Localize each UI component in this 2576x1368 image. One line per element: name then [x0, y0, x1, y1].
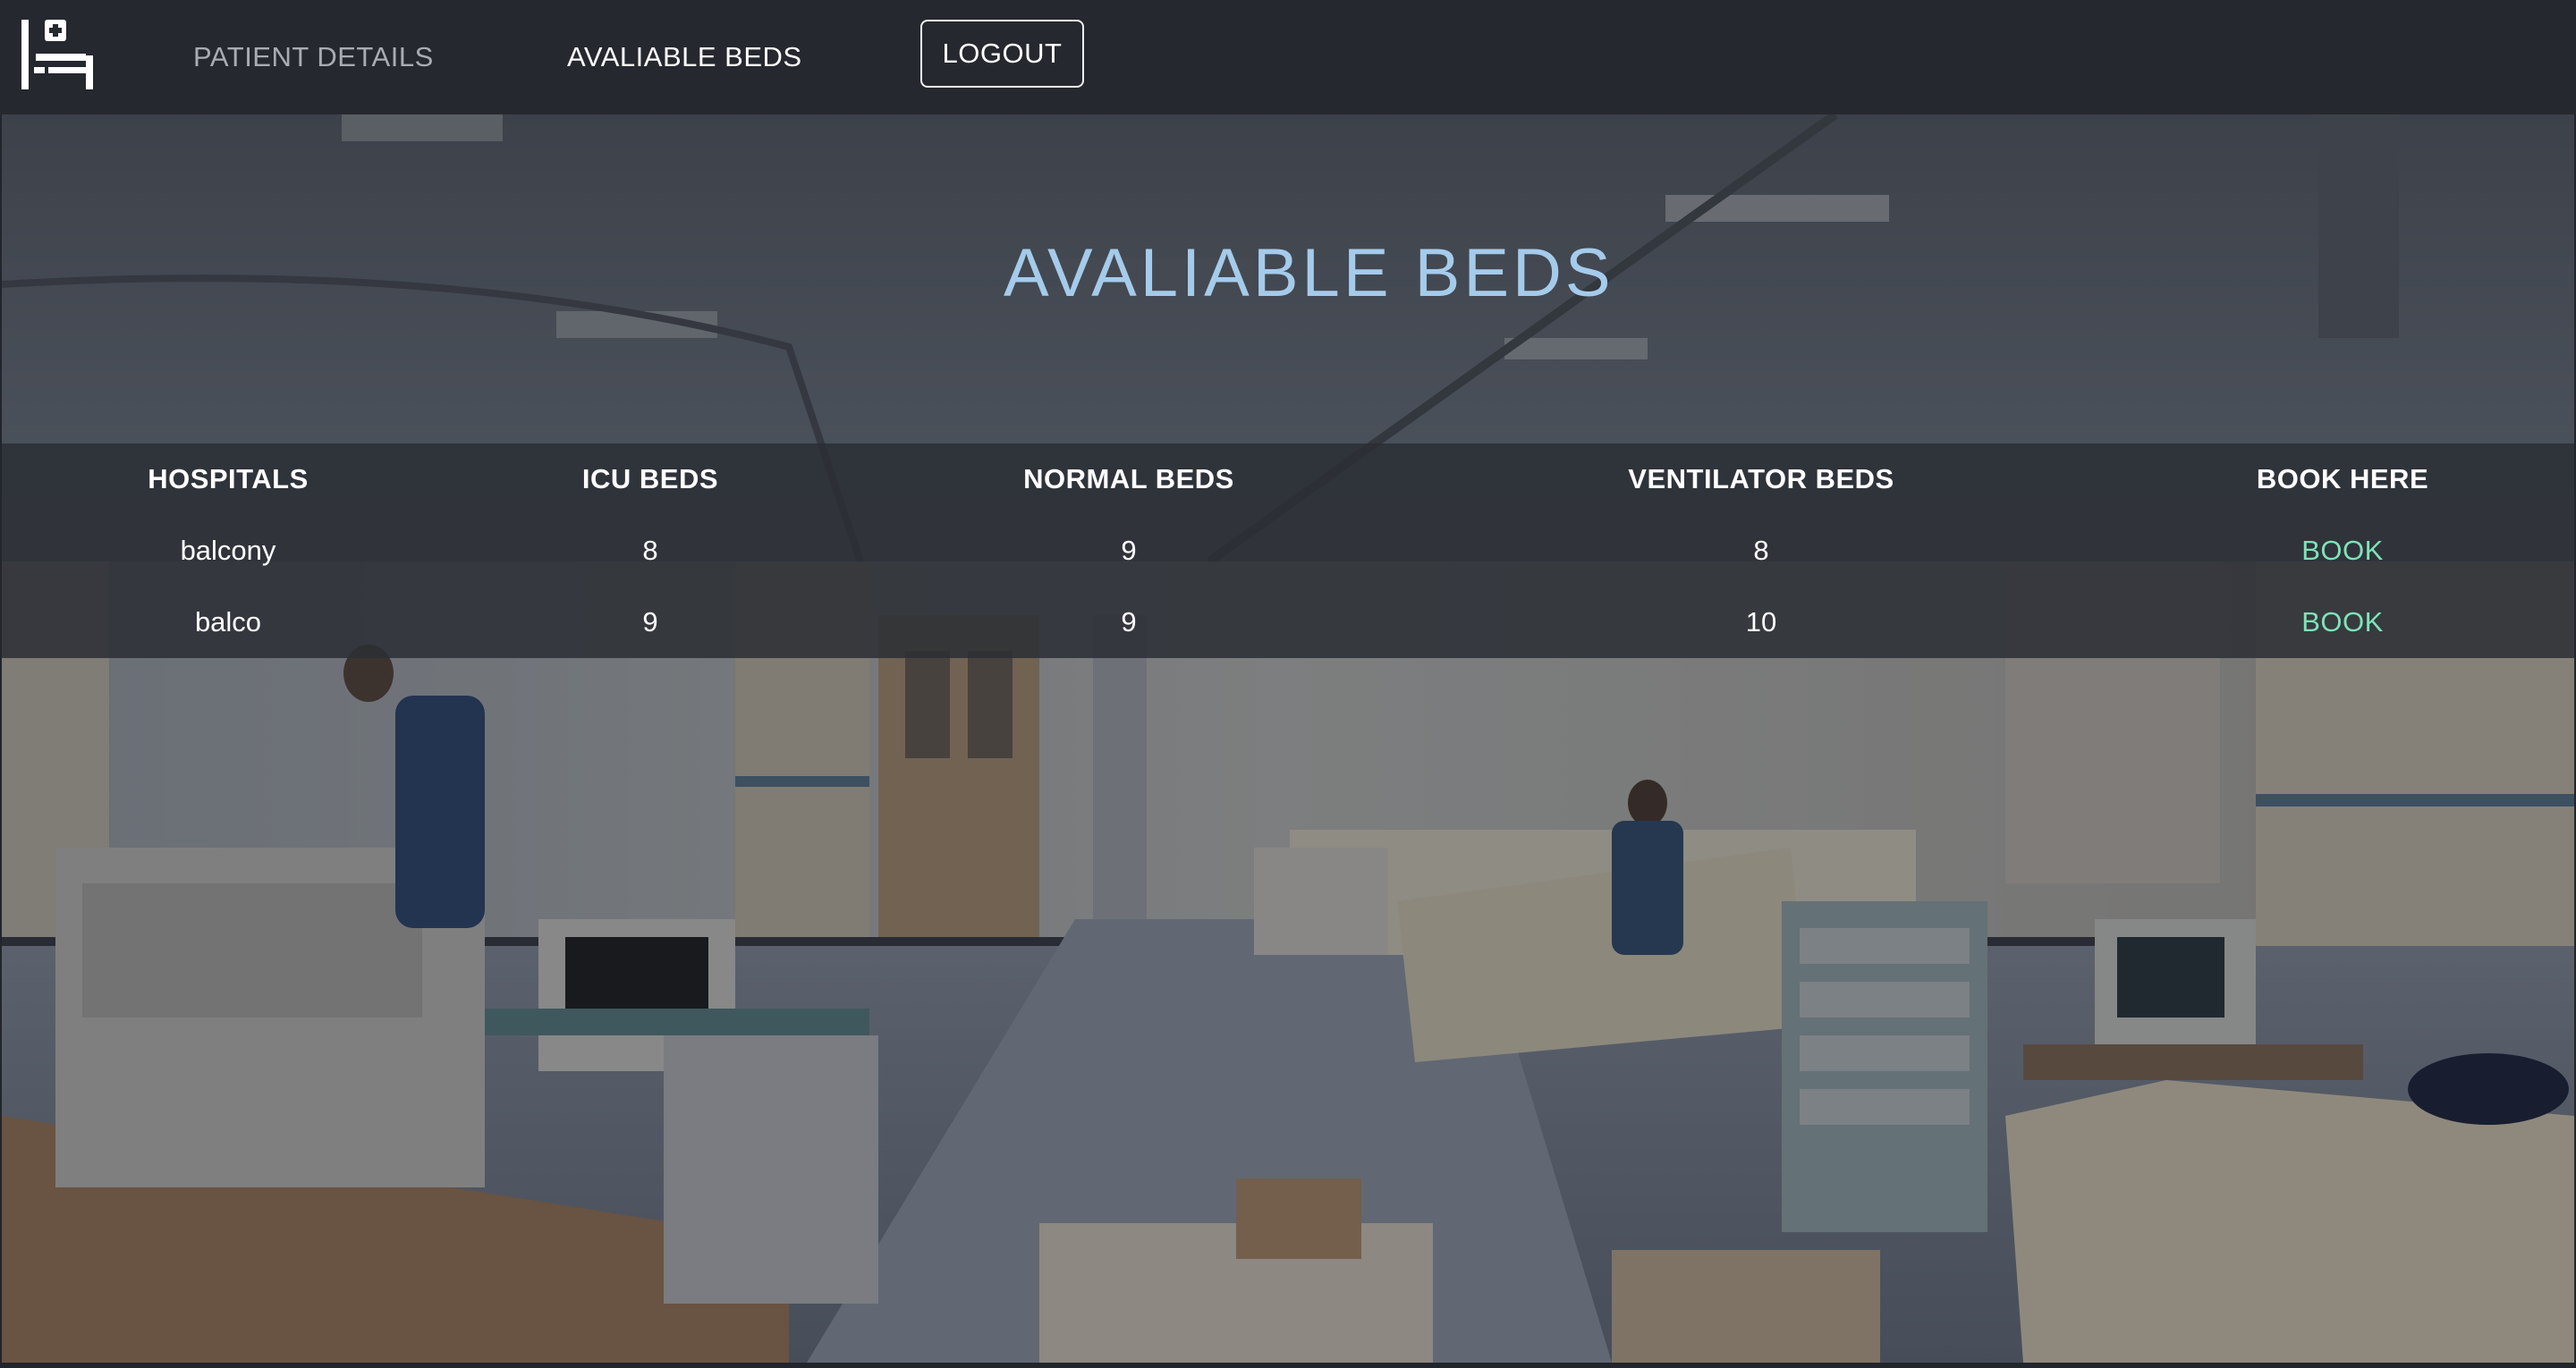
cell-book: BOOK [2111, 515, 2574, 587]
cell-hospital-name: balcony [180, 535, 276, 566]
cell-hospital-name: balco [194, 606, 262, 638]
logout-button[interactable]: LOGOUT [920, 20, 1084, 88]
cell-icu-beds: 9 [642, 606, 658, 638]
nav-patient-details[interactable]: PATIENT DETAILS [193, 39, 434, 75]
table-row: balcony 8 9 8 BOOK [2, 515, 2574, 587]
table-header-row: HOSPITALS ICU BEDS NORMAL BEDS VENTILATO… [2, 443, 2574, 515]
hospital-bed-icon[interactable] [20, 18, 95, 93]
cell-normal-beds: 9 [1121, 535, 1137, 566]
table-row: balco 9 9 10 BOOK [2, 587, 2574, 658]
cell-ventilator-beds: 8 [1753, 535, 1769, 566]
cell-book: BOOK [2111, 587, 2574, 658]
page-title: AVALIABLE BEDS [1004, 235, 1614, 311]
header-hospitals: HOSPITALS [148, 463, 309, 494]
book-link[interactable]: BOOK [2301, 535, 2384, 566]
cell-icu-beds: 8 [642, 535, 658, 566]
header-normal-beds: NORMAL BEDS [1023, 463, 1234, 494]
header-book-here: BOOK HERE [2256, 463, 2429, 494]
cell-normal-beds: 9 [1121, 606, 1137, 638]
header-icu-beds: ICU BEDS [581, 463, 719, 494]
header-ventilator-beds: VENTILATOR BEDS [1628, 463, 1894, 494]
nav-available-beds[interactable]: AVALIABLE BEDS [567, 39, 802, 75]
available-beds-table: HOSPITALS ICU BEDS NORMAL BEDS VENTILATO… [2, 443, 2574, 658]
book-link[interactable]: BOOK [2301, 606, 2384, 638]
top-navbar: PATIENT DETAILS AVALIABLE BEDS LOGOUT [0, 0, 2576, 114]
cell-ventilator-beds: 10 [1745, 606, 1777, 638]
